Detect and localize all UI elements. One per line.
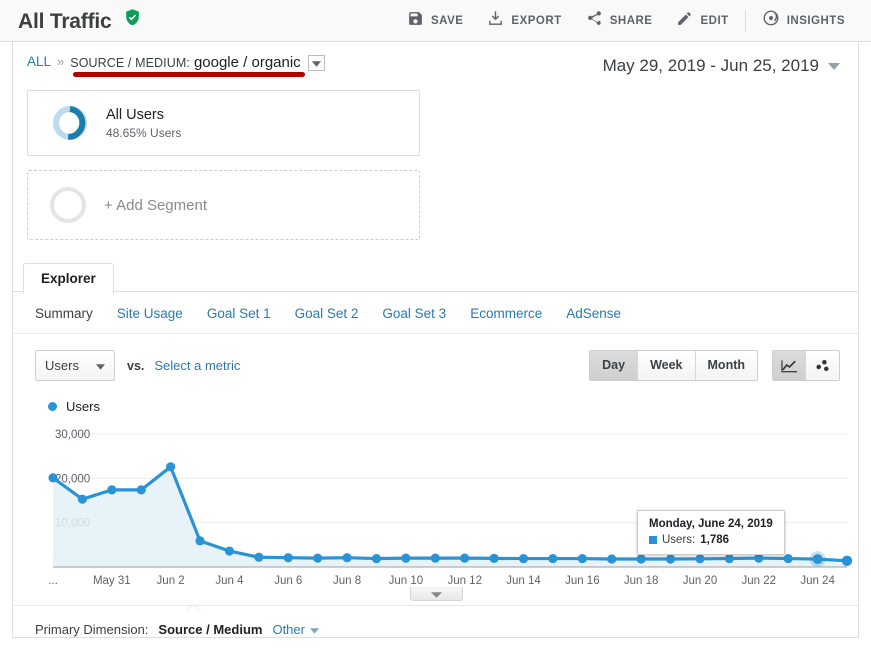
save-button[interactable]: SAVE: [395, 6, 475, 36]
granularity-month[interactable]: Month: [695, 351, 757, 380]
svg-text:Jun 8: Jun 8: [333, 575, 361, 587]
primary-dimension-value[interactable]: Source / Medium: [158, 622, 262, 637]
date-range-text: May 29, 2019 - Jun 25, 2019: [602, 56, 819, 75]
add-segment-button[interactable]: + Add Segment: [27, 170, 420, 240]
chevron-down-icon: [309, 622, 319, 637]
chart-legend: Users: [13, 381, 858, 414]
chart-collapse-handle[interactable]: [410, 587, 463, 601]
svg-text:Jun 12: Jun 12: [447, 575, 482, 587]
svg-text:...: ...: [48, 575, 58, 587]
export-download-icon: [487, 10, 504, 32]
breadcrumb-key: SOURCE / MEDIUM:: [70, 55, 190, 70]
vs-label: vs.: [127, 358, 145, 373]
metric-selector[interactable]: Users: [35, 350, 115, 381]
svg-text:Jun 16: Jun 16: [565, 575, 600, 587]
subtab-goal-set-3[interactable]: Goal Set 3: [382, 306, 446, 321]
edit-label: EDIT: [700, 14, 729, 27]
tab-explorer[interactable]: Explorer: [23, 263, 114, 294]
svg-text:Jun 2: Jun 2: [157, 575, 185, 587]
empty-circle-icon: [50, 187, 86, 223]
legend-color-dot: [48, 402, 57, 411]
svg-text:Jun 24: Jun 24: [800, 575, 835, 587]
subtab-site-usage[interactable]: Site Usage: [117, 306, 183, 321]
breadcrumb-row: ALL » SOURCE / MEDIUM: google / organic …: [13, 42, 858, 80]
explorer-tab-strip: Explorer: [13, 262, 858, 294]
svg-text:Jun 14: Jun 14: [506, 575, 541, 587]
breadcrumb-value: google / organic: [193, 54, 301, 71]
export-button[interactable]: EXPORT: [475, 6, 573, 36]
insights-icon: [762, 9, 780, 32]
toolbar-divider: [744, 9, 746, 32]
metric-controls-row: Users vs. Select a metric Day Week Month: [13, 334, 858, 381]
granularity-day[interactable]: Day: [590, 351, 639, 380]
annotation-underline: [73, 72, 305, 77]
primary-dimension-notch: [185, 605, 201, 613]
explorer-subtabs: Summary Site Usage Goal Set 1 Goal Set 2…: [13, 292, 858, 334]
breadcrumb-separator: »: [57, 54, 65, 69]
header-toolbar: SAVE EXPORT SHARE EDIT INSIGHTS: [395, 6, 857, 36]
granularity-week[interactable]: Week: [638, 351, 696, 380]
insights-label: INSIGHTS: [786, 14, 845, 27]
report-panel: ALL » SOURCE / MEDIUM: google / organic …: [12, 42, 859, 638]
subtab-goal-set-2[interactable]: Goal Set 2: [295, 306, 359, 321]
chevron-down-icon: [311, 54, 321, 72]
add-segment-label: + Add Segment: [104, 196, 207, 214]
primary-dimension-label: Primary Dimension:: [35, 622, 149, 637]
subtab-summary[interactable]: Summary: [35, 306, 93, 321]
chevron-down-icon: [96, 357, 105, 375]
segment-name: All Users: [106, 106, 165, 123]
segment-donut-icon: [50, 103, 90, 143]
verified-shield-icon: [123, 8, 142, 32]
primary-dimension-other[interactable]: Other: [272, 622, 319, 637]
segment-subtext: 48.65% Users: [106, 125, 182, 140]
svg-text:30,000: 30,000: [55, 429, 90, 441]
select-a-metric-link[interactable]: Select a metric: [154, 358, 240, 373]
segment-area: All Users 48.65% Users + Add Segment: [13, 80, 858, 240]
chevron-down-icon: [431, 585, 442, 603]
share-label: SHARE: [609, 14, 653, 27]
svg-text:Jun 10: Jun 10: [389, 575, 424, 587]
legend-series-label: Users: [66, 399, 100, 414]
page-title-group: All Traffic: [18, 8, 142, 34]
motion-chart-icon[interactable]: [806, 351, 839, 380]
share-button[interactable]: SHARE: [574, 6, 665, 36]
page-title: All Traffic: [18, 9, 112, 33]
subtab-ecommerce[interactable]: Ecommerce: [470, 306, 542, 321]
chart-type-button-group: [772, 350, 840, 381]
segment-all-users[interactable]: All Users 48.65% Users: [27, 90, 420, 156]
svg-text:Jun 18: Jun 18: [624, 575, 659, 587]
date-range-selector[interactable]: May 29, 2019 - Jun 25, 2019: [603, 54, 844, 76]
chart-controls: Day Week Month: [589, 350, 840, 381]
svg-text:Jun 4: Jun 4: [215, 575, 244, 587]
breadcrumb-all-link[interactable]: ALL: [27, 54, 51, 69]
breadcrumb-dropdown-button[interactable]: [307, 54, 325, 72]
segment-text-group: All Users 48.65% Users: [106, 107, 181, 140]
svg-text:Jun 22: Jun 22: [742, 575, 777, 587]
pencil-edit-icon: [676, 10, 693, 32]
svg-text:Jun 20: Jun 20: [683, 575, 718, 587]
chevron-down-icon: [828, 57, 840, 75]
page-body: ALL » SOURCE / MEDIUM: google / organic …: [0, 42, 871, 638]
save-label: SAVE: [430, 14, 464, 27]
chart-canvas[interactable]: 10,00020,00030,000...May 31Jun 2Jun 4Jun…: [31, 420, 861, 595]
app-header: All Traffic SAVE EXPORT SHARE EDIT INSIG…: [0, 0, 871, 42]
insights-button[interactable]: INSIGHTS: [750, 6, 857, 36]
line-chart-icon[interactable]: [773, 351, 806, 380]
granularity-button-group: Day Week Month: [589, 350, 758, 381]
edit-button[interactable]: EDIT: [664, 6, 740, 36]
save-icon: [407, 10, 424, 32]
metric-selector-label: Users: [45, 358, 79, 373]
primary-dimension-row: Primary Dimension: Source / Medium Other: [13, 604, 858, 637]
share-icon: [586, 10, 603, 32]
export-label: EXPORT: [511, 14, 562, 27]
svg-text:Jun 6: Jun 6: [274, 575, 302, 587]
svg-text:May 31: May 31: [93, 575, 131, 587]
breadcrumb-current: SOURCE / MEDIUM: google / organic: [70, 54, 325, 72]
users-over-time-chart[interactable]: 10,00020,00030,000...May 31Jun 2Jun 4Jun…: [13, 414, 858, 595]
subtab-adsense[interactable]: AdSense: [566, 306, 621, 321]
primary-dimension-other-label: Other: [272, 622, 305, 637]
subtab-goal-set-1[interactable]: Goal Set 1: [207, 306, 271, 321]
